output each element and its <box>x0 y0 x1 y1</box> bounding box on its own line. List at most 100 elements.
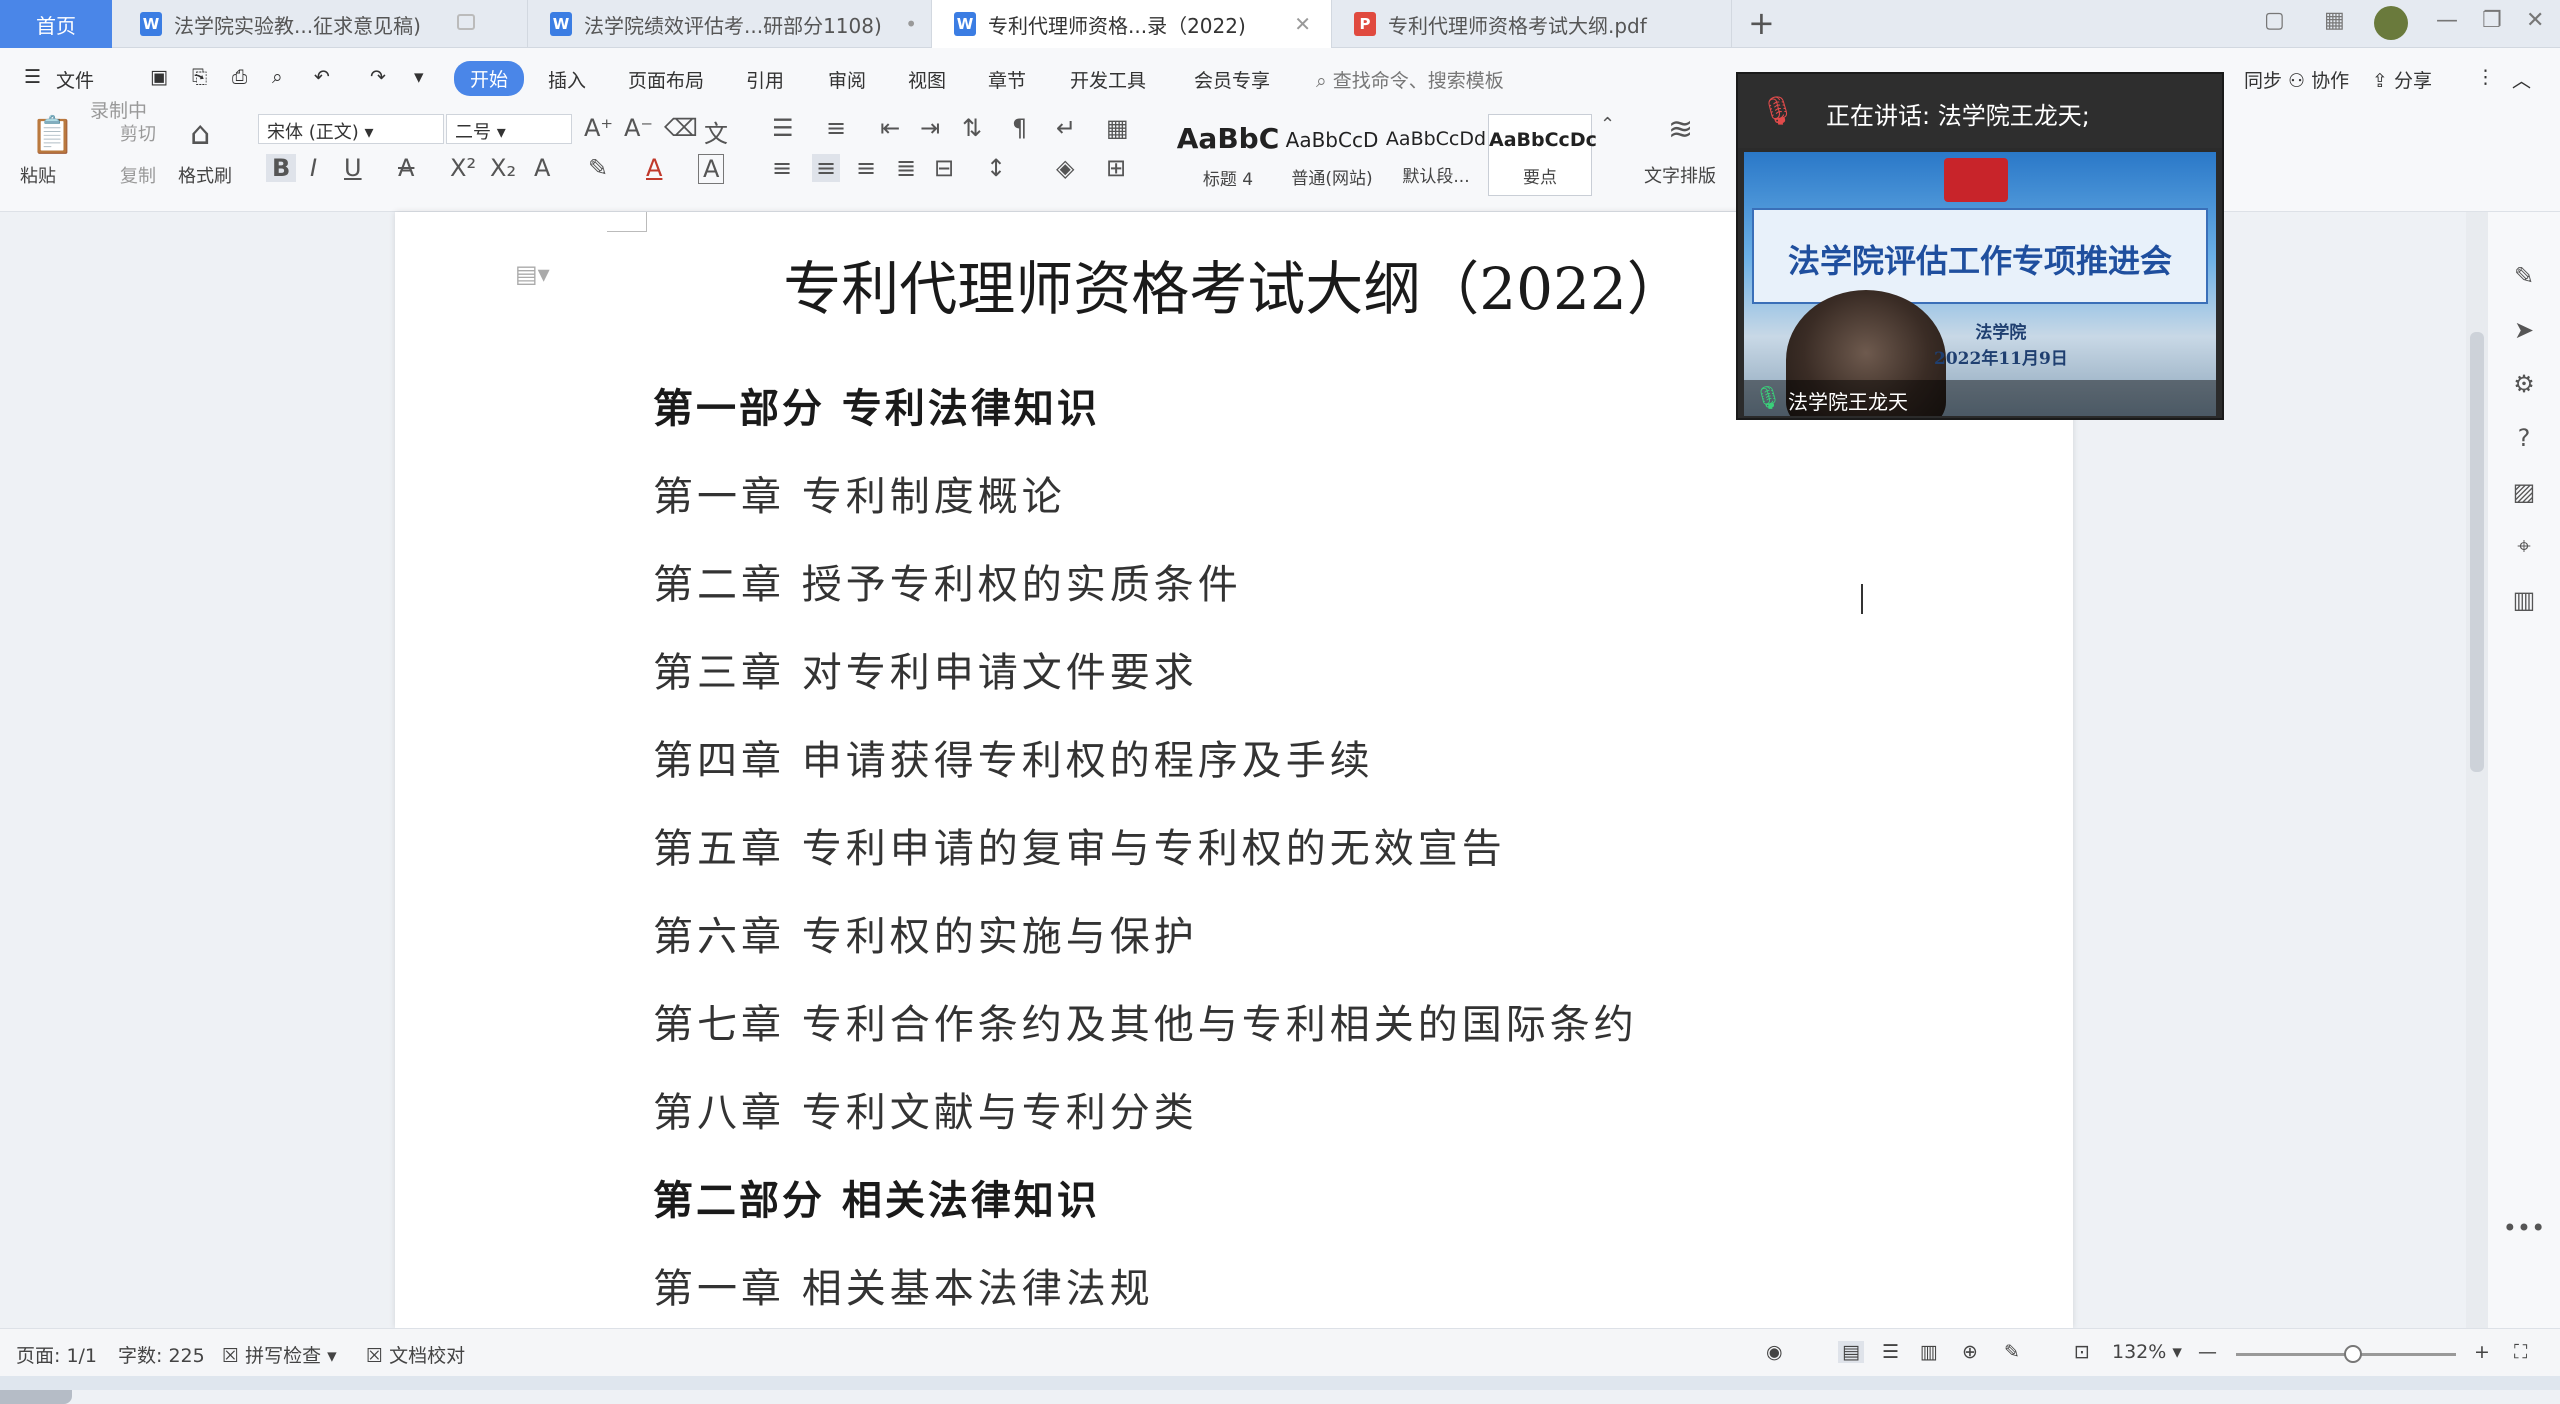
eye-protect-icon[interactable]: ◉ <box>1766 1341 1783 1363</box>
spell-check-button[interactable]: ☒ 拼写检查 ▾ <box>222 1341 337 1368</box>
cut-button[interactable]: 剪切 <box>120 120 156 146</box>
save-icon[interactable]: ▣ <box>150 66 168 88</box>
window-layout-icon[interactable]: ▢ <box>2264 8 2285 33</box>
align-center-icon[interactable]: ≡ <box>812 154 841 182</box>
highlight-icon[interactable]: ✎ <box>588 154 608 182</box>
outdent-icon[interactable]: ⇤ <box>880 114 900 142</box>
menu-view[interactable]: 视图 <box>908 66 946 93</box>
text-layout-button[interactable]: 文字排版 <box>1644 162 1716 188</box>
outline-view-icon[interactable]: ☰ <box>1882 1341 1899 1363</box>
settings-sliders-icon[interactable]: ⚙ <box>2488 370 2560 398</box>
image-icon[interactable]: ▨ <box>2488 478 2560 506</box>
style-scroll-icon[interactable]: ⌃ <box>1600 114 1615 135</box>
style-key-point[interactable]: AaBbCcDc 要点 <box>1488 114 1597 196</box>
number-list-icon[interactable]: ≡ <box>826 114 846 142</box>
char-border-icon[interactable]: A <box>698 154 725 184</box>
web-view-icon[interactable]: ⊕ <box>1962 1341 1978 1363</box>
strikethrough-icon[interactable]: A <box>398 154 414 182</box>
apps-grid-icon[interactable]: ▦ <box>2324 8 2345 33</box>
print-icon[interactable]: ⎙ <box>232 66 247 88</box>
menu-reference[interactable]: 引用 <box>746 66 784 93</box>
collapse-ribbon-icon[interactable]: ︿ <box>2512 66 2531 93</box>
paste-label[interactable]: 粘贴 <box>20 162 56 188</box>
format-painter-label[interactable]: 格式刷 <box>178 162 232 188</box>
tab-doc-1[interactable]: W 法学院实验教...征求意见稿) <box>118 0 528 48</box>
menu-home[interactable]: 开始 <box>454 61 525 96</box>
phonetic-icon[interactable]: 文 <box>704 114 728 149</box>
shading-icon[interactable]: ◈ <box>1056 154 1074 182</box>
menu-member[interactable]: 会员专享 <box>1194 66 1270 93</box>
align-left-icon[interactable]: ≡ <box>772 154 792 182</box>
style-normal-web[interactable]: AaBbCcD 普通(网站) <box>1280 114 1384 196</box>
undo-icon[interactable]: ↶ <box>314 66 330 88</box>
menu-layout[interactable]: 页面布局 <box>628 66 704 93</box>
tab-doc-2[interactable]: W 法学院绩效评估考...研部分1108) • <box>528 0 932 48</box>
italic-icon[interactable]: I <box>310 154 317 182</box>
menu-devtools[interactable]: 开发工具 <box>1070 66 1146 93</box>
tab-doc-4[interactable]: P 专利代理师资格考试大纲.pdf <box>1332 0 1732 48</box>
font-size-select[interactable]: 二号 ▾ <box>446 114 572 144</box>
word-count[interactable]: 字数: 225 <box>118 1341 205 1368</box>
paste-icon[interactable]: 📋 <box>30 114 75 156</box>
show-marks-icon[interactable]: ¶ <box>1012 114 1027 142</box>
search-input[interactable]: ⌕ 查找命令、搜索模板 <box>1316 66 1504 93</box>
mic-muted-icon[interactable]: 🎙 <box>1760 94 1796 127</box>
write-view-icon[interactable]: ✎ <box>2004 1341 2020 1363</box>
clear-format-icon[interactable]: ⌫ <box>664 114 698 142</box>
menu-chapter[interactable]: 章节 <box>988 66 1026 93</box>
zoom-level[interactable]: 132% ▾ <box>2112 1341 2182 1363</box>
new-tab-button[interactable]: + <box>1748 4 1775 42</box>
close-window-icon[interactable]: ✕ <box>2526 8 2544 33</box>
font-color-icon[interactable]: A <box>646 154 662 182</box>
more-icon[interactable]: ⋮ <box>2476 66 2495 88</box>
fit-page-icon[interactable]: ⊡ <box>2074 1341 2090 1363</box>
close-icon[interactable]: ✕ <box>1294 12 1311 36</box>
more-dots-icon[interactable]: ••• <box>2488 1214 2560 1242</box>
page-indicator[interactable]: 页面: 1/1 <box>16 1341 97 1368</box>
align-right-icon[interactable]: ≡ <box>856 154 876 182</box>
location-icon[interactable]: ⌖ <box>2488 532 2560 560</box>
share-button[interactable]: ⇪ 分享 <box>2372 66 2432 93</box>
line-spacing-icon[interactable]: ↕ <box>986 154 1006 182</box>
menu-review[interactable]: 审阅 <box>828 66 866 93</box>
read-view-icon[interactable]: ▥ <box>1920 1341 1938 1363</box>
grow-font-icon[interactable]: A⁺ <box>584 114 613 142</box>
fullscreen-icon[interactable]: ⛶ <box>2514 1341 2527 1363</box>
indent-icon[interactable]: ⇥ <box>920 114 940 142</box>
vertical-scrollbar[interactable] <box>2466 212 2488 1328</box>
scrollbar-thumb[interactable] <box>2470 332 2484 772</box>
export-icon[interactable]: ⎘ <box>192 66 207 88</box>
edit-pen-icon[interactable]: ✎ <box>2488 262 2560 290</box>
page-view-icon[interactable]: ▤ <box>1838 1341 1864 1363</box>
menu-file[interactable]: 文件 <box>56 66 94 93</box>
book-icon[interactable]: ▥ <box>2488 586 2560 614</box>
sync-button[interactable]: 同步 <box>2244 66 2282 93</box>
tab-home[interactable]: 首页 <box>0 0 112 48</box>
bullet-list-icon[interactable]: ☰ <box>772 114 794 142</box>
proofread-button[interactable]: ☒ 文档校对 <box>366 1341 465 1368</box>
menu-insert[interactable]: 插入 <box>548 66 586 93</box>
redo-icon[interactable]: ↷ <box>370 66 386 88</box>
avatar[interactable] <box>2374 6 2408 40</box>
underline-icon[interactable]: U <box>344 154 362 182</box>
font-name-select[interactable]: 宋体 (正文) ▾ <box>258 114 444 144</box>
bold-icon[interactable]: B <box>266 154 297 182</box>
zoom-slider[interactable] <box>2236 1345 2456 1363</box>
zoom-out-icon[interactable]: — <box>2198 1341 2217 1363</box>
zoom-slider-handle[interactable] <box>2344 1345 2362 1363</box>
maximize-icon[interactable]: ❐ <box>2482 8 2502 33</box>
sort-icon[interactable]: ⇅ <box>962 114 982 142</box>
select-cursor-icon[interactable]: ➤ <box>2488 316 2560 344</box>
shrink-font-icon[interactable]: A⁻ <box>624 114 653 142</box>
help-icon[interactable]: ? <box>2488 424 2560 452</box>
subscript-icon[interactable]: X₂ <box>490 154 516 182</box>
style-default-para[interactable]: AaBbCcDd 默认段... <box>1384 114 1488 196</box>
hamburger-icon[interactable]: ☰ <box>24 66 41 88</box>
line-break-icon[interactable]: ↵ <box>1056 114 1076 142</box>
customize-icon[interactable]: ▾ <box>414 66 424 88</box>
preview-icon[interactable]: ⌕ <box>272 66 283 88</box>
distribute-icon[interactable]: ⊟ <box>934 154 954 182</box>
collab-button[interactable]: ⚇ 协作 <box>2288 66 2349 93</box>
justify-icon[interactable]: ≣ <box>896 154 916 182</box>
copy-button[interactable]: 复制 <box>120 162 156 188</box>
